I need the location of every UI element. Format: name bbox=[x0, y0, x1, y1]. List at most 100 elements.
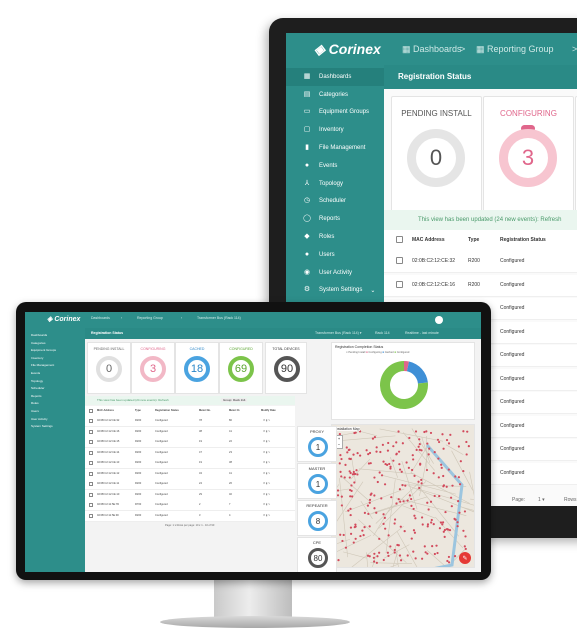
device-map-pin[interactable] bbox=[387, 441, 390, 445]
table-row[interactable]: 02:0B:C2:12:CE:10 R200 Configured 29 40 ☑ ▮ ✎ bbox=[85, 489, 295, 501]
device-map-pin[interactable] bbox=[412, 458, 415, 461]
device-map-pin[interactable] bbox=[438, 494, 441, 498]
device-map-pin[interactable] bbox=[436, 551, 439, 555]
sidebar-item[interactable]: Inventory bbox=[31, 355, 85, 363]
device-map-pin[interactable] bbox=[343, 476, 346, 479]
avatar[interactable] bbox=[435, 316, 443, 324]
col-type[interactable]: Type bbox=[468, 230, 479, 251]
device-map-pin[interactable] bbox=[456, 525, 459, 528]
update-banner[interactable]: This view has been updated (24 new event… bbox=[85, 396, 295, 405]
device-map-pin[interactable] bbox=[368, 498, 372, 501]
device-map-pin[interactable] bbox=[382, 460, 385, 463]
transformer-select[interactable]: Transformer Bus (Rack 114) ▾ bbox=[315, 328, 362, 339]
device-map-pin[interactable] bbox=[393, 551, 396, 554]
sidebar-item-roles[interactable]: ◆ Roles bbox=[286, 228, 384, 246]
device-map-pin[interactable] bbox=[456, 521, 459, 524]
device-map-pin[interactable] bbox=[465, 440, 468, 444]
device-map-pin[interactable] bbox=[378, 537, 381, 540]
sidebar-item-reports[interactable]: ◯ Reports bbox=[286, 210, 384, 228]
device-map-pin[interactable] bbox=[420, 482, 423, 485]
device-map-pin[interactable] bbox=[401, 484, 404, 487]
device-map-pin[interactable] bbox=[347, 509, 350, 512]
pager[interactable]: Page: 1 ▾ Rows per page: 10 ▾ 1 - 10 of … bbox=[165, 524, 214, 527]
device-map-pin[interactable] bbox=[432, 472, 435, 475]
device-type-card[interactable]: PROXY 1 bbox=[297, 426, 337, 462]
device-map-pin[interactable] bbox=[449, 496, 453, 499]
device-map-pin[interactable] bbox=[406, 554, 409, 557]
device-map-pin[interactable] bbox=[392, 445, 395, 448]
group-filter[interactable]: Group: Rack 114 bbox=[221, 398, 248, 402]
donut-slice[interactable] bbox=[406, 361, 428, 384]
device-map-pin[interactable] bbox=[387, 554, 390, 557]
device-map-pin[interactable] bbox=[397, 430, 400, 433]
table-row[interactable]: 02:0B:C2:12:CE:14 R200 Configured 47 23 ☑ ▮ ✎ bbox=[85, 447, 295, 459]
sidebar-item-categories[interactable]: ▤ Categories bbox=[286, 86, 384, 104]
device-map-pin[interactable] bbox=[347, 448, 350, 452]
sidebar-item[interactable]: Topology bbox=[31, 378, 85, 386]
update-banner[interactable]: This view has been updated (24 new event… bbox=[384, 210, 577, 230]
sidebar-item[interactable]: Dashboards bbox=[31, 332, 85, 340]
device-map-pin[interactable] bbox=[438, 527, 442, 530]
device-map-pin[interactable] bbox=[398, 463, 401, 466]
device-map-pin[interactable] bbox=[405, 461, 408, 464]
device-map-pin[interactable] bbox=[376, 555, 379, 558]
col-meter-no[interactable]: Meter No. bbox=[199, 406, 211, 416]
status-card[interactable]: CONFIGURING 3 bbox=[131, 342, 175, 394]
device-map-pin[interactable] bbox=[354, 537, 357, 540]
breadcrumb-reporting-group[interactable]: ▦ Reporting Group bbox=[476, 44, 554, 55]
row-checkbox[interactable] bbox=[89, 471, 93, 476]
col-modify-date[interactable]: Modify Date bbox=[261, 406, 276, 416]
device-map-pin[interactable] bbox=[363, 511, 366, 514]
status-card[interactable]: TOTAL DEVICES 90 bbox=[265, 342, 307, 394]
device-map-pin[interactable] bbox=[373, 507, 376, 510]
device-map-pin[interactable] bbox=[411, 468, 414, 472]
row-checkbox[interactable] bbox=[89, 492, 93, 497]
device-map-pin[interactable] bbox=[440, 466, 443, 469]
device-map-pin[interactable] bbox=[408, 436, 411, 440]
device-map-pin[interactable] bbox=[338, 462, 341, 465]
device-map-pin[interactable] bbox=[373, 552, 376, 555]
table-row[interactable]: 02:0B:C2:12:CE:13 R200 Configured 19 38 ☑ ▮ ✎ bbox=[85, 458, 295, 469]
device-map-pin[interactable] bbox=[447, 442, 451, 445]
device-map-pin[interactable] bbox=[346, 451, 349, 454]
device-map-pin[interactable] bbox=[353, 481, 356, 484]
device-map-pin[interactable] bbox=[390, 496, 393, 499]
col-type[interactable]: Type bbox=[135, 406, 141, 416]
device-map-pin[interactable] bbox=[382, 513, 385, 516]
status-card[interactable]: CACHED 18 bbox=[175, 342, 219, 394]
device-map-pin[interactable] bbox=[402, 500, 405, 503]
device-map-pin[interactable] bbox=[442, 447, 445, 450]
device-map-pin[interactable] bbox=[431, 545, 434, 548]
device-map-pin[interactable] bbox=[386, 463, 389, 466]
device-map-pin[interactable] bbox=[426, 525, 429, 528]
device-map-pin[interactable] bbox=[439, 521, 443, 524]
sidebar-item-user-activity[interactable]: ◉ User Activity bbox=[286, 264, 384, 282]
device-map-pin[interactable] bbox=[340, 495, 343, 498]
device-map-pin[interactable] bbox=[354, 472, 357, 476]
sidebar-item-users[interactable]: ● Users bbox=[286, 246, 384, 264]
device-map-pin[interactable] bbox=[353, 431, 356, 435]
row-checkbox[interactable] bbox=[396, 257, 403, 264]
device-map-pin[interactable] bbox=[359, 454, 362, 457]
device-map-pin[interactable] bbox=[421, 557, 424, 560]
device-map-pin[interactable] bbox=[412, 550, 415, 553]
device-map-pin[interactable] bbox=[366, 554, 370, 557]
device-map-pin[interactable] bbox=[411, 454, 414, 457]
device-map-pin[interactable] bbox=[393, 548, 396, 552]
row-checkbox[interactable] bbox=[396, 280, 403, 288]
row-checkbox[interactable] bbox=[89, 482, 93, 486]
device-map-pin[interactable] bbox=[375, 446, 378, 449]
device-map-pin[interactable] bbox=[447, 528, 450, 531]
device-map-pin[interactable] bbox=[436, 438, 440, 441]
device-map-pin[interactable] bbox=[340, 475, 343, 478]
col-status[interactable]: Registration Status bbox=[500, 230, 546, 251]
device-map-pin[interactable] bbox=[433, 494, 436, 498]
device-map-pin[interactable] bbox=[410, 537, 413, 540]
device-map-pin[interactable] bbox=[414, 517, 417, 520]
device-map-pin[interactable] bbox=[428, 447, 431, 450]
device-map-pin[interactable] bbox=[387, 534, 390, 537]
device-map-pin[interactable] bbox=[368, 451, 372, 455]
device-map-pin[interactable] bbox=[337, 559, 340, 562]
device-map-pin[interactable] bbox=[410, 497, 413, 501]
device-map-pin[interactable] bbox=[356, 451, 359, 455]
